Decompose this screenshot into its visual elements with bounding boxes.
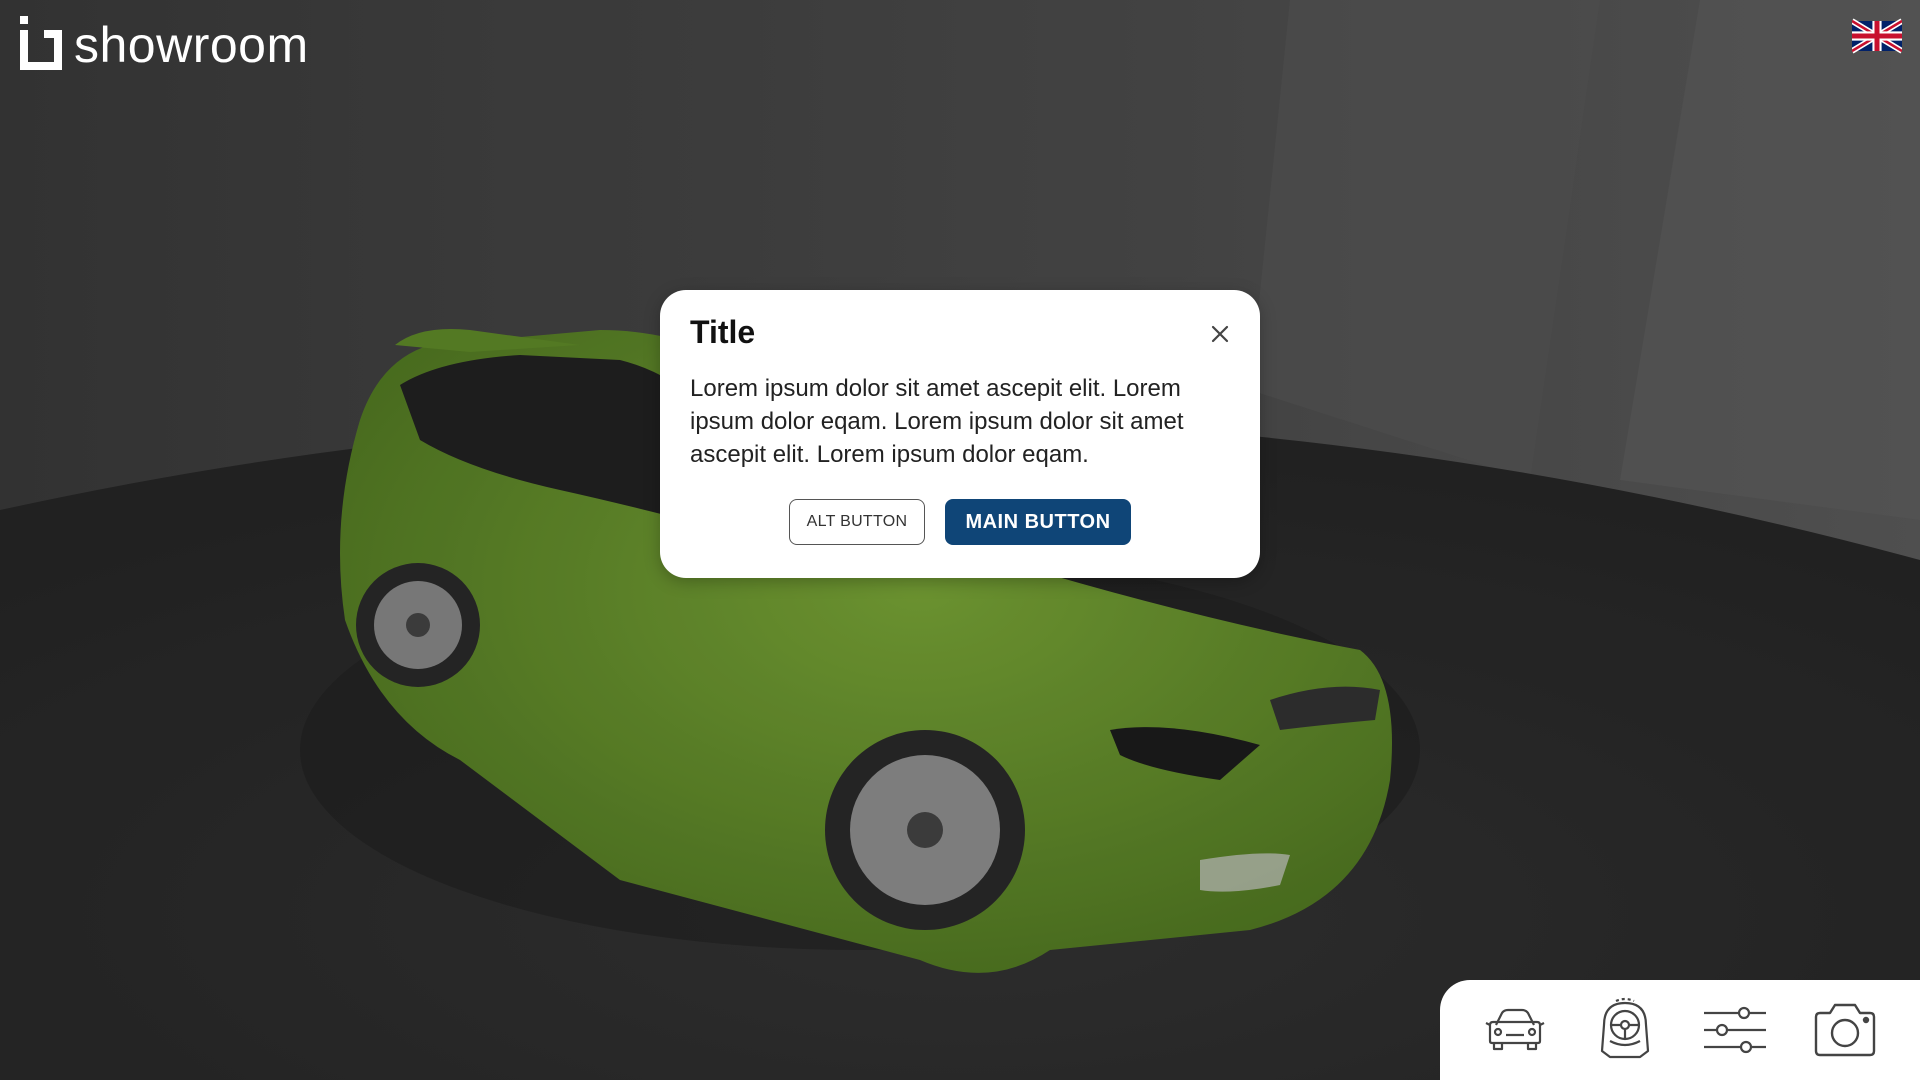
main-button[interactable]: MAIN BUTTON	[945, 499, 1131, 545]
car-exterior-icon	[1485, 1008, 1545, 1051]
brand-logo: showroom	[20, 16, 309, 70]
modal-dialog: Title Lorem ipsum dolor sit amet ascepit…	[660, 290, 1260, 578]
dialog-actions: ALT BUTTON MAIN BUTTON	[690, 499, 1230, 545]
screenshot-button[interactable]	[1807, 992, 1883, 1068]
brand-name: showroom	[74, 17, 309, 73]
alt-button[interactable]: ALT BUTTON	[789, 499, 925, 545]
dialog-title: Title	[690, 314, 756, 350]
configuration-sliders-icon	[1704, 1006, 1766, 1054]
camera-icon	[1814, 1003, 1876, 1057]
configure-button[interactable]	[1697, 992, 1773, 1068]
dialog-body-text: Lorem ipsum dolor sit amet ascepit elit.…	[690, 375, 1184, 468]
exterior-view-button[interactable]	[1477, 992, 1553, 1068]
bottom-toolbar	[1440, 980, 1920, 1080]
interior-view-button[interactable]	[1587, 992, 1663, 1068]
close-icon[interactable]	[1206, 320, 1234, 348]
car-interior-icon	[1600, 997, 1650, 1059]
uk-flag-icon[interactable]	[1852, 18, 1902, 54]
showroom-logo-icon	[20, 16, 62, 70]
